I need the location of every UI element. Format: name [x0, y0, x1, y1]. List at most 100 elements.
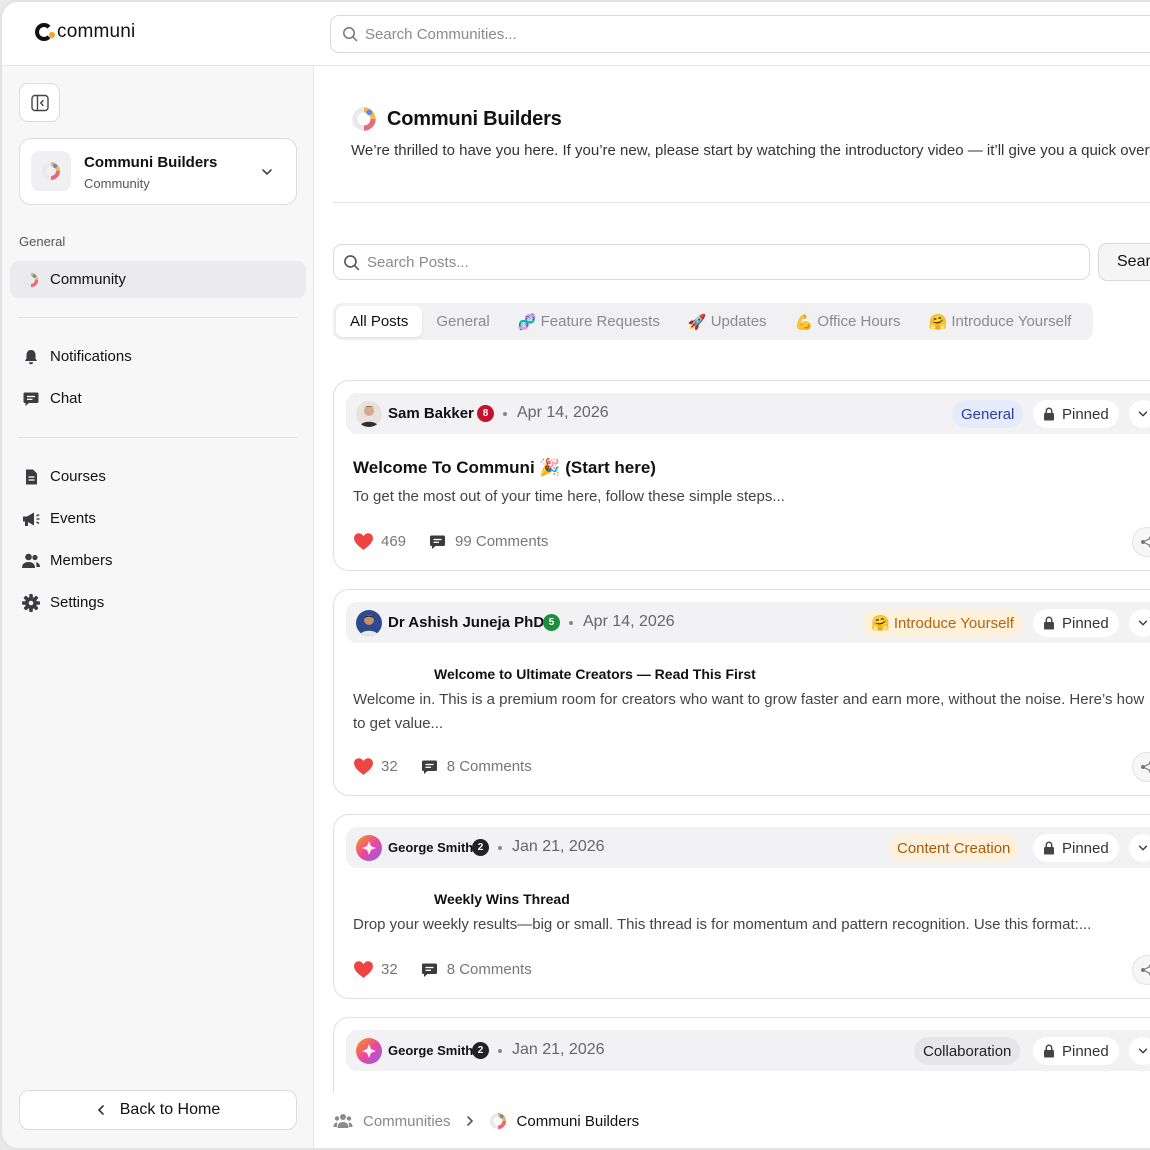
sidebar-item-community[interactable]: Community [10, 261, 306, 298]
avatar[interactable] [356, 1038, 382, 1064]
level-badge: 2 [472, 1042, 489, 1059]
sidebar: Communi Builders Community General Commu… [2, 66, 314, 1148]
pinned-label: Pinned [1062, 1042, 1109, 1060]
collapse-sidebar-button[interactable] [19, 83, 60, 122]
tab-label: All Posts [350, 313, 409, 330]
tab-label: Introduce Yourself [951, 313, 1072, 330]
sidebar-item-label: Community [50, 271, 126, 288]
post-card[interactable]: George Smith 2 Jan 21, 2026 Content Crea… [333, 814, 1150, 999]
chevron-down-icon [1138, 411, 1148, 417]
tab-updates[interactable]: 🚀 Updates [674, 306, 781, 337]
post-title[interactable]: Welcome to Ultimate Creators — Read This… [434, 666, 756, 682]
top-bar: communi Search Communities... [2, 2, 1150, 66]
communi-logo-icon [35, 23, 55, 41]
comments-link[interactable]: 8 Comments [420, 961, 532, 979]
post-author[interactable]: George Smith [388, 840, 473, 855]
sidebar-item-chat[interactable]: Chat [10, 380, 306, 417]
level-badge: 5 [543, 614, 560, 631]
category-badge[interactable]: Collaboration [914, 1037, 1021, 1065]
post-excerpt: Drop your weekly results—big or small. T… [353, 916, 1092, 933]
chat-icon [21, 389, 41, 409]
lock-icon [1044, 1044, 1054, 1058]
post-footer: 32 8 Comments [353, 960, 532, 979]
tab-label: General [436, 313, 490, 330]
community-description: We’re thrilled to have you here. If you’… [351, 142, 1150, 159]
back-to-home-button[interactable]: Back to Home [19, 1090, 297, 1130]
share-icon [1141, 964, 1150, 976]
tab-introduce-yourself[interactable]: 🤗 Introduce Yourself [915, 306, 1086, 337]
tab-label: Office Hours [817, 313, 901, 330]
sidebar-item-courses[interactable]: Courses [10, 458, 306, 495]
like-count: 32 [381, 758, 398, 775]
community-logo-icon [489, 1112, 506, 1130]
chevron-down-icon [262, 169, 272, 176]
post-excerpt: Welcome in. This is a premium room for c… [353, 691, 1145, 732]
avatar[interactable] [356, 610, 382, 636]
lock-icon [1044, 616, 1054, 630]
community-logo-icon [21, 270, 41, 290]
tab-office-hours[interactable]: 💪 Office Hours [781, 306, 915, 337]
expand-post-button[interactable] [1129, 1037, 1150, 1065]
search-button[interactable]: Search [1098, 243, 1150, 281]
sidebar-item-members[interactable]: Members [10, 542, 306, 579]
post-footer: 469 99 Comments [353, 532, 548, 551]
post-date: Apr 14, 2026 [517, 404, 609, 421]
community-switcher[interactable]: Communi Builders Community [19, 138, 297, 205]
like-count: 32 [381, 961, 398, 978]
post-card[interactable]: Sam Bakker 8 Apr 14, 2026 General Pinned… [333, 380, 1150, 571]
expand-post-button[interactable] [1129, 834, 1150, 862]
comments-link[interactable]: 8 Comments [420, 758, 532, 776]
post-author[interactable]: George Smith [388, 1043, 473, 1058]
post-title[interactable]: Welcome To Communi 🎉 (Start here) [353, 458, 656, 478]
post-card[interactable]: Dr Ashish Juneja PhD 5 Apr 14, 2026 🤗 In… [333, 589, 1150, 796]
post-date: Jan 21, 2026 [512, 838, 605, 855]
tab-label: Updates [710, 313, 767, 330]
category-badge[interactable]: Content Creation [888, 834, 1020, 862]
chevron-down-icon [1138, 620, 1148, 626]
comment-icon [421, 963, 437, 977]
sidebar-item-label: Chat [50, 390, 82, 407]
back-label: Back to Home [119, 1101, 221, 1118]
sidebar-item-label: Events [50, 510, 96, 527]
category-badge[interactable]: 🤗 Introduce Yourself [862, 609, 1023, 637]
post-header: George Smith 2 Jan 21, 2026 Content Crea… [346, 827, 1150, 868]
tab-feature-requests[interactable]: 🧬 Feature Requests [504, 306, 674, 337]
like-button[interactable]: 32 [353, 960, 398, 979]
like-button[interactable]: 469 [353, 532, 406, 551]
sidebar-toggle-icon [30, 94, 49, 111]
lock-icon [1044, 841, 1054, 855]
heart-icon [354, 758, 373, 775]
page-title: Communi Builders [351, 106, 562, 132]
tab-all-posts[interactable]: All Posts [336, 306, 423, 337]
expand-post-button[interactable] [1129, 609, 1150, 637]
like-count: 469 [381, 533, 407, 550]
community-logo-icon [42, 162, 60, 180]
community-search-input[interactable]: Search Communities... [330, 15, 1150, 53]
sidebar-item-label: Courses [50, 468, 106, 485]
breadcrumb-communities[interactable]: Communities [363, 1113, 451, 1130]
share-button[interactable] [1132, 752, 1150, 782]
post-author[interactable]: Sam Bakker [388, 405, 474, 422]
level-badge: 2 [472, 839, 489, 856]
sidebar-item-events[interactable]: Events [10, 500, 306, 537]
sidebar-item-notifications[interactable]: Notifications [10, 338, 306, 375]
section-label-general: General [19, 234, 66, 249]
post-search-input[interactable]: Search Posts... [333, 244, 1090, 280]
sidebar-item-settings[interactable]: Settings [10, 584, 306, 621]
avatar[interactable] [356, 401, 382, 427]
comments-link[interactable]: 99 Comments [428, 533, 548, 551]
category-badge[interactable]: General [952, 400, 1024, 428]
tab-general[interactable]: General [422, 306, 503, 337]
app-logo[interactable]: communi [35, 21, 135, 43]
gear-icon [21, 593, 41, 613]
like-button[interactable]: 32 [353, 757, 398, 776]
expand-post-button[interactable] [1129, 400, 1150, 428]
share-button[interactable] [1132, 955, 1150, 985]
share-button[interactable] [1132, 527, 1150, 557]
search-icon [344, 255, 360, 271]
post-title[interactable]: Weekly Wins Thread [434, 891, 570, 907]
community-avatar [31, 151, 71, 191]
avatar[interactable] [356, 835, 382, 861]
post-author[interactable]: Dr Ashish Juneja PhD [388, 614, 544, 631]
share-icon [1141, 761, 1150, 773]
